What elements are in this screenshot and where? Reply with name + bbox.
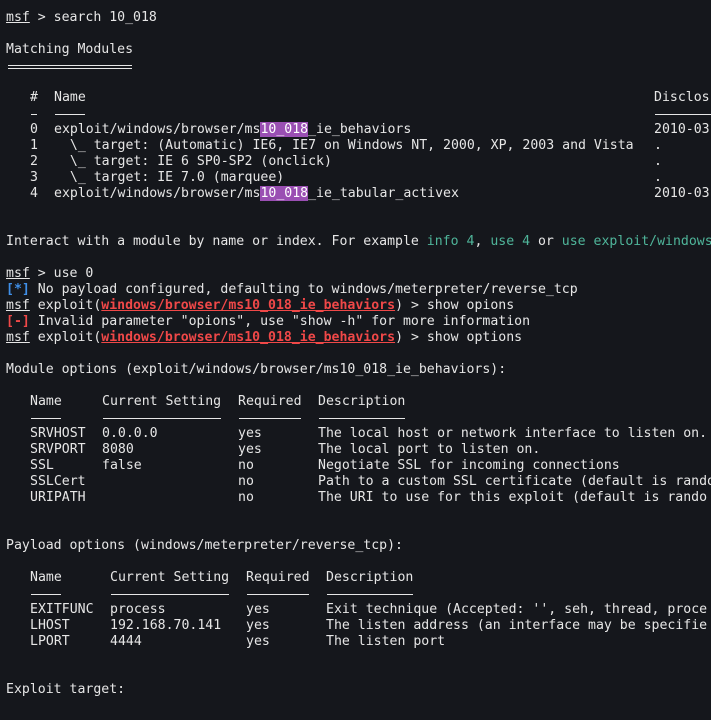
option-description: Negotiate SSL for incoming connections <box>318 458 620 473</box>
prompt-line-show-options: msf exploit(windows/browser/ms10_018_ie_… <box>6 330 523 345</box>
po-underline-setting <box>111 594 229 595</box>
module-row-num: 2 <box>30 154 38 169</box>
col-underline-num <box>31 114 37 115</box>
module-row-date: . <box>654 170 662 185</box>
option-name: URIPATH <box>30 490 86 505</box>
option-description: Path to a custom SSL certificate (defaul… <box>318 474 711 489</box>
search-match-highlight: 10_018 <box>260 186 309 201</box>
use-command: > use 0 <box>29 266 94 281</box>
option-value: 4444 <box>110 634 142 649</box>
option-description: The local host or network interface to l… <box>318 426 708 441</box>
option-required: no <box>238 458 254 473</box>
terminal-window[interactable]: msf > search 10_018 Matching Modules # N… <box>0 0 711 720</box>
module-row-num: 1 <box>30 138 38 153</box>
mo-underline-name <box>31 418 61 419</box>
option-value: 192.168.70.141 <box>110 618 222 633</box>
prompt-line-show-opions: msf exploit(windows/browser/ms10_018_ie_… <box>6 298 515 313</box>
search-match-highlight: 10_018 <box>260 122 309 137</box>
option-value: false <box>102 458 142 473</box>
payload-options-title: Payload options (windows/meterpreter/rev… <box>6 538 403 553</box>
target-row-text: \_ target: IE 6 SP0-SP2 (onclick) <box>54 154 332 169</box>
msf-prompt: msf <box>6 10 30 25</box>
module-row-date: 2010-03 <box>654 186 710 201</box>
option-name: SSL <box>30 458 54 473</box>
info-tag: [*] <box>6 282 30 297</box>
mo-underline-description <box>319 418 405 419</box>
exploit-target-title: Exploit target: <box>6 682 126 697</box>
option-description: Exit technique (Accepted: '', seh, threa… <box>326 602 708 617</box>
error-message-line: [-] Invalid parameter "opions", use "sho… <box>6 314 531 329</box>
module-row-date: . <box>654 154 662 169</box>
matching-modules-heading: Matching Modules <box>6 42 134 57</box>
col-underline-disclosure <box>655 114 711 115</box>
option-description: The listen address (an interface may be … <box>326 618 708 633</box>
option-name: SSLCert <box>30 474 86 489</box>
msf-prompt: msf <box>6 298 30 313</box>
mo-header-required: Required <box>238 394 302 409</box>
po-underline-required <box>247 594 309 595</box>
mo-header-description: Description <box>318 394 406 409</box>
active-module-path: windows/browser/ms10_018_ie_behaviors <box>101 330 396 345</box>
option-required: yes <box>246 634 270 649</box>
module-row-num: 3 <box>30 170 38 185</box>
mo-underline-required <box>239 418 301 419</box>
module-options-title: Module options (exploit/windows/browser/… <box>6 362 507 377</box>
option-required: yes <box>246 602 270 617</box>
option-description: The URI to use for this exploit (default… <box>318 490 708 505</box>
module-row-date: 2010-03 <box>654 122 710 137</box>
module-row-date: . <box>654 138 662 153</box>
option-value: process <box>110 602 166 617</box>
po-header-setting: Current Setting <box>110 570 230 585</box>
option-value: 8080 <box>102 442 134 457</box>
target-row-text: \_ target: IE 7.0 (marquee) <box>54 170 285 185</box>
module-row-name[interactable]: exploit/windows/browser/ms10_018_ie_beha… <box>54 122 411 138</box>
option-required: yes <box>238 442 262 457</box>
option-required: no <box>238 474 254 489</box>
heading-double-underline <box>8 65 132 66</box>
option-required: yes <box>238 426 262 441</box>
interact-hint: Interact with a module by name or index.… <box>6 234 711 249</box>
option-value: 0.0.0.0 <box>102 426 158 441</box>
error-tag: [-] <box>6 314 30 329</box>
po-underline-name <box>31 594 61 595</box>
col-header-disclosure: Disclos <box>654 90 710 105</box>
mo-header-setting: Current Setting <box>102 394 222 409</box>
msf-prompt: msf <box>6 266 30 281</box>
option-name: SRVPORT <box>30 442 86 457</box>
module-row-name[interactable]: exploit/windows/browser/ms10_018_ie_tabu… <box>54 186 459 202</box>
hint-command-use-index: use 4 <box>490 234 531 249</box>
po-underline-description <box>327 594 413 595</box>
hint-command-info: info 4 <box>426 234 475 249</box>
prompt-line-search: msf > search 10_018 <box>6 10 157 26</box>
col-header-num: # <box>30 90 38 105</box>
option-description: The listen port <box>326 634 446 649</box>
po-header-required: Required <box>246 570 310 585</box>
mo-header-name: Name <box>30 394 62 409</box>
col-header-name: Name <box>54 90 86 105</box>
search-command: > search 10_018 <box>29 10 157 25</box>
option-required: yes <box>246 618 270 633</box>
mo-underline-setting <box>103 418 221 419</box>
module-row-num: 0 <box>30 122 38 137</box>
po-header-name: Name <box>30 570 62 585</box>
option-name: LHOST <box>30 618 70 633</box>
option-name: SRVHOST <box>30 426 86 441</box>
target-row-text: \_ target: (Automatic) IE6, IE7 on Windo… <box>54 138 634 153</box>
po-header-description: Description <box>326 570 414 585</box>
module-row-num: 4 <box>30 186 38 201</box>
option-required: no <box>238 490 254 505</box>
option-name: LPORT <box>30 634 70 649</box>
msf-prompt: msf <box>6 330 30 345</box>
hint-command-use-path: use exploit/windows <box>561 234 711 249</box>
prompt-line-use: msf > use 0 <box>6 266 93 282</box>
info-message-line: [*] No payload configured, defaulting to… <box>6 282 578 297</box>
active-module-path: windows/browser/ms10_018_ie_behaviors <box>101 298 396 313</box>
option-name: EXITFUNC <box>30 602 94 617</box>
col-underline-name <box>55 114 85 115</box>
option-description: The local port to listen on. <box>318 442 541 457</box>
